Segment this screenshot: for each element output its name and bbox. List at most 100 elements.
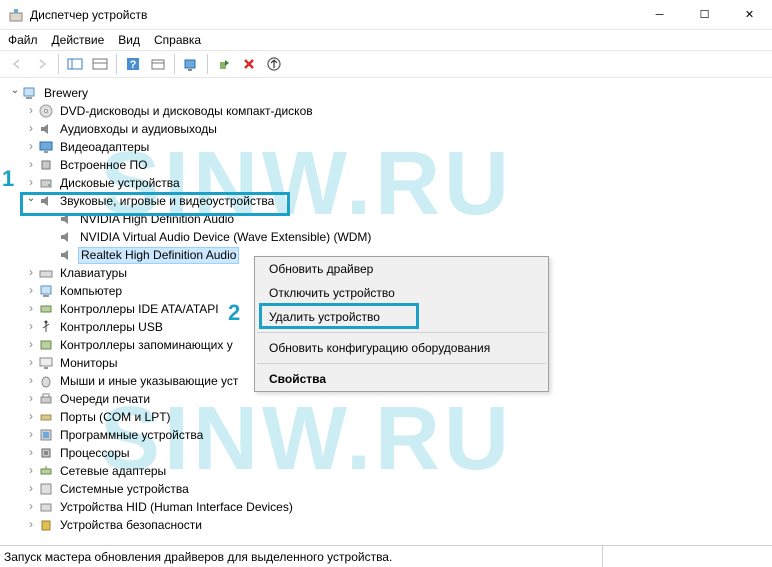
expander-icon[interactable] xyxy=(24,119,38,139)
tree-item-label: Программные устройства xyxy=(58,426,205,444)
app-icon xyxy=(8,7,24,23)
expander-icon[interactable] xyxy=(24,335,38,355)
status-pane xyxy=(602,546,772,567)
mouse-icon xyxy=(38,373,54,389)
storage-icon xyxy=(38,337,54,353)
help-icon[interactable]: ? xyxy=(122,53,144,75)
menu-file[interactable]: Файл xyxy=(8,33,38,47)
expander-icon[interactable] xyxy=(24,443,38,463)
tree-item[interactable]: Программные устройства xyxy=(0,426,772,444)
monitor-blue-icon xyxy=(38,139,54,155)
category-sound[interactable]: Звуковые, игровые и видеоустройства xyxy=(0,192,772,210)
cm-disable-device[interactable]: Отключить устройство xyxy=(255,281,548,305)
computer-icon xyxy=(22,85,38,101)
tree-item-label: Системные устройства xyxy=(58,480,191,498)
speaker-icon xyxy=(58,229,74,245)
category-label: Звуковые, игровые и видеоустройства xyxy=(58,192,276,210)
tree-item[interactable]: Устройства HID (Human Interface Devices) xyxy=(0,498,772,516)
tree-item[interactable]: Дисковые устройства xyxy=(0,174,772,192)
menu-action[interactable]: Действие xyxy=(52,33,105,47)
expander-icon[interactable] xyxy=(24,407,38,427)
menu-help[interactable]: Справка xyxy=(154,33,201,47)
annotation-1: 1 xyxy=(2,166,14,192)
toolbar-btn-2[interactable] xyxy=(89,53,111,75)
cm-update-driver[interactable]: Обновить драйвер xyxy=(255,257,548,281)
tree-item-label: Устройства HID (Human Interface Devices) xyxy=(58,498,295,516)
cm-remove-device[interactable]: Удалить устройство xyxy=(255,305,548,329)
cm-refresh-config[interactable]: Обновить конфигурацию оборудования xyxy=(255,336,548,360)
tree-item-label: Процессоры xyxy=(58,444,132,462)
tree-item[interactable]: Устройства безопасности xyxy=(0,516,772,534)
tree-item-label: Клавиатуры xyxy=(58,264,129,282)
expander-icon[interactable] xyxy=(8,84,22,102)
toolbar-btn-1[interactable] xyxy=(64,53,86,75)
tree-item-label: Очереди печати xyxy=(58,390,152,408)
tree-item-label: Компьютер xyxy=(58,282,124,300)
expander-icon[interactable] xyxy=(24,515,38,535)
printer-icon xyxy=(38,391,54,407)
expander-icon[interactable] xyxy=(24,281,38,301)
context-menu: Обновить драйвер Отключить устройство Уд… xyxy=(254,256,549,392)
expander-icon[interactable] xyxy=(24,353,38,373)
tree-item-label: Контроллеры USB xyxy=(58,318,165,336)
enable-device-icon[interactable] xyxy=(213,53,235,75)
expander-icon[interactable] xyxy=(24,479,38,499)
tree-item[interactable]: DVD-дисководы и дисководы компакт-дисков xyxy=(0,102,772,120)
tree-item[interactable]: Очереди печати xyxy=(0,390,772,408)
expander-icon[interactable] xyxy=(24,299,38,319)
tree-item[interactable]: NVIDIA Virtual Audio Device (Wave Extens… xyxy=(0,228,772,246)
expander-icon[interactable] xyxy=(24,371,38,391)
forward-button[interactable] xyxy=(31,53,53,75)
expander-icon[interactable] xyxy=(24,263,38,283)
speaker-icon xyxy=(58,211,74,227)
tree-item[interactable]: Процессоры xyxy=(0,444,772,462)
close-button[interactable]: ✕ xyxy=(727,0,772,29)
expander-icon[interactable] xyxy=(24,137,38,157)
tree-item[interactable]: Встроенное ПО xyxy=(0,156,772,174)
status-bar: Запуск мастера обновления драйверов для … xyxy=(0,545,772,567)
maximize-button[interactable]: ☐ xyxy=(682,0,727,29)
expander-icon[interactable] xyxy=(24,389,38,409)
cpu-icon xyxy=(38,445,54,461)
tree-item[interactable]: Видеоадаптеры xyxy=(0,138,772,156)
usb-icon xyxy=(38,319,54,335)
speaker-icon xyxy=(58,247,74,263)
expander-icon[interactable] xyxy=(24,461,38,481)
system-icon xyxy=(38,481,54,497)
tree-item[interactable]: Системные устройства xyxy=(0,480,772,498)
minimize-button[interactable]: ─ xyxy=(637,0,682,29)
update-driver-icon[interactable] xyxy=(263,53,285,75)
cm-properties[interactable]: Свойства xyxy=(255,367,548,391)
tree-item[interactable]: NVIDIA High Definition Audio xyxy=(0,210,772,228)
window-title: Диспетчер устройств xyxy=(30,8,637,22)
expander-icon[interactable] xyxy=(24,192,38,210)
software-icon xyxy=(38,427,54,443)
tree-item[interactable]: Сетевые адаптеры xyxy=(0,462,772,480)
back-button[interactable] xyxy=(6,53,28,75)
tree-item[interactable]: Порты (COM и LPT) xyxy=(0,408,772,426)
pc-icon xyxy=(38,283,54,299)
expander-icon[interactable] xyxy=(24,155,38,175)
uninstall-device-icon[interactable] xyxy=(238,53,260,75)
tree-item-label: Порты (COM и LPT) xyxy=(58,408,173,426)
hid-icon xyxy=(38,499,54,515)
scan-hardware-icon[interactable] xyxy=(180,53,202,75)
disk-icon xyxy=(38,175,54,191)
tree-root[interactable]: Brewery xyxy=(0,84,772,102)
expander-icon[interactable] xyxy=(24,425,38,445)
tree-item-label: Контроллеры IDE ATA/ATAPI xyxy=(58,300,221,318)
cm-separator xyxy=(257,363,546,364)
speaker-icon xyxy=(38,121,54,137)
tree-item-label: Видеоадаптеры xyxy=(58,138,151,156)
tree-item-label: DVD-дисководы и дисководы компакт-дисков xyxy=(58,102,315,120)
expander-icon[interactable] xyxy=(24,497,38,517)
expander-icon[interactable] xyxy=(24,173,38,193)
expander-icon[interactable] xyxy=(24,317,38,337)
tree-item-label: Мыши и иные указывающие уст xyxy=(58,372,240,390)
menu-bar: Файл Действие Вид Справка xyxy=(0,30,772,50)
svg-text:?: ? xyxy=(130,59,137,71)
expander-icon[interactable] xyxy=(24,101,38,121)
menu-view[interactable]: Вид xyxy=(118,33,140,47)
toolbar-btn-3[interactable] xyxy=(147,53,169,75)
tree-item[interactable]: Аудиовходы и аудиовыходы xyxy=(0,120,772,138)
